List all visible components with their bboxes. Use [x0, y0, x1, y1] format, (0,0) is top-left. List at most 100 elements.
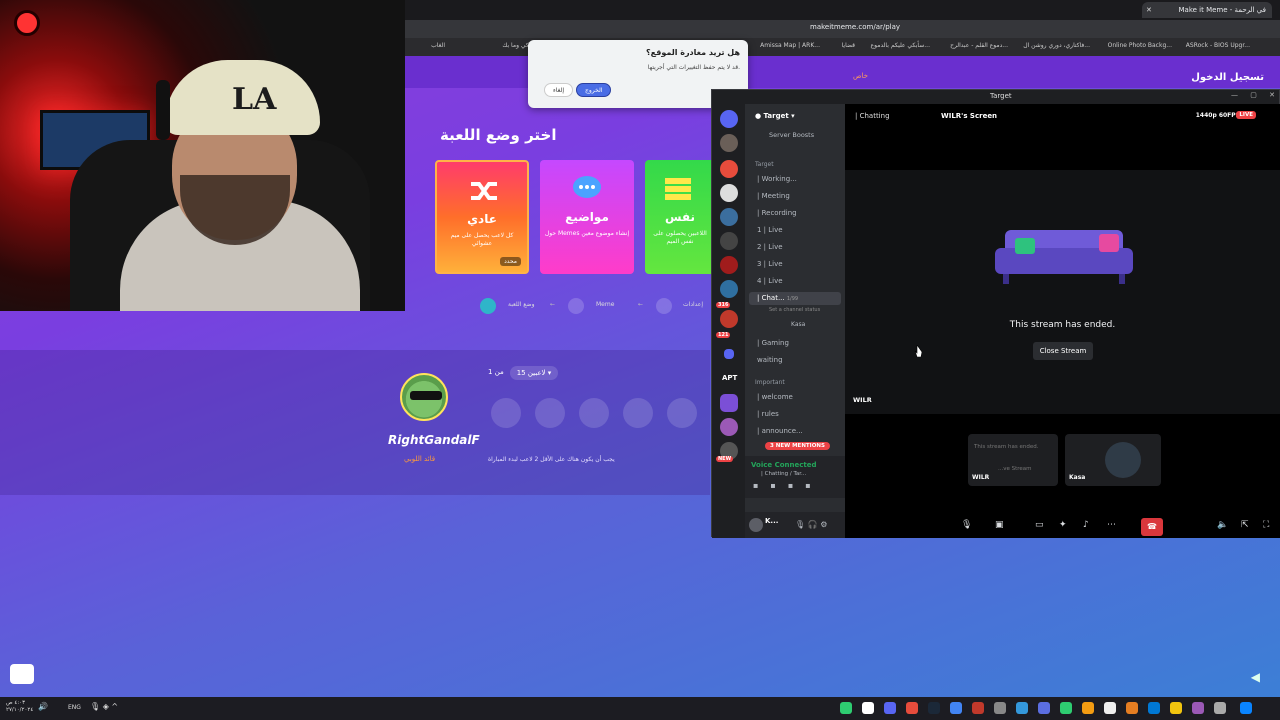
avatar[interactable]: [749, 518, 763, 532]
text-channel[interactable]: | rules: [757, 410, 779, 418]
taskbar-app-icon[interactable]: [1038, 702, 1050, 714]
taskbar-app-icon[interactable]: [862, 702, 874, 714]
server-icon[interactable]: [720, 280, 738, 298]
voice-connected-label[interactable]: Voice Connected: [751, 461, 817, 469]
taskbar-app-icon[interactable]: [1016, 702, 1028, 714]
volume-icon[interactable]: 🔊: [38, 702, 48, 711]
taskbar-app-icon[interactable]: [1082, 702, 1094, 714]
soundboard-icon[interactable]: ♪: [1083, 520, 1089, 530]
voice-channel[interactable]: 4 | Live: [757, 277, 783, 285]
discord-home-icon[interactable]: [720, 110, 738, 128]
taskbar-app-icon[interactable]: [1060, 702, 1072, 714]
leave-button[interactable]: الخروج: [576, 83, 612, 97]
server-icon[interactable]: [720, 208, 738, 226]
search-icon[interactable]: [1214, 702, 1226, 714]
site-corner-logo[interactable]: [10, 664, 34, 684]
browser-tab-active[interactable]: ✕ Make it Meme - في الرحمة: [1142, 2, 1272, 18]
voice-channel[interactable]: | Meeting: [757, 192, 790, 200]
taskbar-app-icon[interactable]: [840, 702, 852, 714]
server-boosts[interactable]: Server Boosts: [769, 131, 814, 139]
mic-icon[interactable]: 🎙: [961, 520, 972, 530]
bookmark-item[interactable]: سأبكي عليكم بالدموع...: [871, 42, 930, 49]
login-button[interactable]: تسجيل الدخول: [1191, 72, 1264, 83]
server-icon[interactable]: [720, 310, 738, 328]
site-private-label[interactable]: خاص: [853, 72, 868, 80]
taskbar-clock[interactable]: ٤:٠٣ ص ٢٧/١٠/٢٠٢٤: [6, 700, 33, 714]
step-meme[interactable]: Meme: [596, 301, 614, 308]
taskbar-app-icon[interactable]: [928, 702, 940, 714]
image-icon[interactable]: [568, 298, 584, 314]
new-mentions-badge[interactable]: 3 NEW MENTIONS: [765, 442, 830, 450]
screen-share-icon[interactable]: ▭: [1035, 520, 1044, 530]
mode-card-topics[interactable]: مواضيع حول Memes إنشاء موضوع معين: [540, 160, 634, 274]
maximize-icon[interactable]: ▢: [1250, 91, 1257, 99]
voice-channel[interactable]: 2 | Live: [757, 243, 783, 251]
language-indicator[interactable]: ENG: [68, 704, 81, 711]
bookmark-item[interactable]: Online Photo Backg...: [1108, 42, 1172, 49]
gear-icon[interactable]: [656, 298, 672, 314]
minimize-icon[interactable]: —: [1231, 91, 1238, 99]
volume-icon[interactable]: 🔈: [1217, 520, 1228, 530]
fullscreen-icon[interactable]: ⛶: [1263, 520, 1269, 530]
sound-icon[interactable]: ◀: [1251, 670, 1260, 684]
server-apt[interactable]: APT: [722, 374, 737, 382]
server-icon[interactable]: [720, 232, 738, 250]
server-icon[interactable]: [720, 256, 738, 274]
activities-icon[interactable]: ✦: [1059, 520, 1067, 530]
server-icon[interactable]: [720, 418, 738, 436]
taskbar-app-icon[interactable]: [1126, 702, 1138, 714]
stage-channel[interactable]: | Chatting: [855, 112, 890, 120]
disconnect-icon[interactable]: ☎: [1141, 518, 1163, 536]
taskbar-app-icon[interactable]: [1192, 702, 1204, 714]
taskbar-app-icon[interactable]: [1104, 702, 1116, 714]
server-icon[interactable]: [720, 394, 738, 412]
text-channel[interactable]: | announce...: [757, 427, 803, 435]
voice-channel[interactable]: 3 | Live: [757, 260, 783, 268]
set-status-hint[interactable]: Set a channel status: [769, 307, 820, 313]
close-icon[interactable]: ✕: [1269, 91, 1275, 99]
server-icon[interactable]: [720, 184, 738, 202]
players-dropdown[interactable]: 15 لاعبين ▾: [510, 366, 558, 380]
taskbar-app-icon[interactable]: [972, 702, 984, 714]
voice-channel[interactable]: | Gaming: [757, 339, 789, 347]
mode-card-same[interactable]: نفس اللاعبين يحصلون على نفس الميم: [645, 160, 715, 274]
stream-tile-kasa[interactable]: Kasa: [1065, 434, 1161, 486]
category-target[interactable]: Target: [755, 161, 774, 168]
stream-tile-wilr[interactable]: This stream has ended. ...ve Stream WILR: [968, 434, 1058, 486]
taskbar-app-icon[interactable]: [906, 702, 918, 714]
more-icon[interactable]: ⋯: [1107, 520, 1116, 530]
bookmark-item[interactable]: ASRock - BIOS Upgr...: [1186, 42, 1250, 49]
cancel-button[interactable]: إلغاء: [544, 83, 574, 97]
voice-channel[interactable]: | Recording: [757, 209, 797, 217]
mode-step-icon[interactable]: [480, 298, 496, 314]
taskbar-app-icon[interactable]: [884, 702, 896, 714]
category-important[interactable]: Important: [755, 379, 785, 386]
bookmark-item[interactable]: فاكتاري، دوري روشن ال...: [1023, 42, 1090, 49]
mic-headset-settings-icons[interactable]: 🎙 🎧 ⚙: [795, 520, 827, 529]
popout-icon[interactable]: ⇱: [1241, 520, 1249, 530]
voice-channel-selected[interactable]: | Chat... 1/99: [749, 292, 841, 305]
taskbar-app-icon[interactable]: [994, 702, 1006, 714]
voice-channel[interactable]: | Working...: [757, 175, 797, 183]
bookmark-item[interactable]: الغاب: [431, 42, 445, 49]
camera-icon[interactable]: ▣: [995, 520, 1004, 530]
bookmark-item[interactable]: دموع القلم - عبدالرح...: [950, 42, 1008, 49]
server-icon[interactable]: [720, 160, 738, 178]
taskbar-app-icon[interactable]: [950, 702, 962, 714]
voice-member[interactable]: Kasa: [791, 321, 805, 328]
start-icon[interactable]: [1240, 702, 1252, 714]
mode-card-normal[interactable]: عادي كل لاعب يحصل على ميم عشوائي محدد: [435, 160, 529, 274]
step-settings[interactable]: إعدادات: [683, 301, 703, 308]
voice-channel[interactable]: 1 | Live: [757, 226, 783, 234]
address-bar[interactable]: makeitmeme.com/ar/play: [405, 20, 1280, 38]
voice-action-icons[interactable]: ▪▪▪▪: [753, 481, 823, 490]
bookmark-item[interactable]: قضايا: [842, 42, 855, 49]
server-icon[interactable]: [720, 134, 738, 152]
taskbar-app-icon[interactable]: [1170, 702, 1182, 714]
text-channel[interactable]: | welcome: [757, 393, 793, 401]
system-tray-icons[interactable]: 🎙 ◈ ^: [90, 702, 118, 711]
step-mode[interactable]: وضع اللعبة: [508, 301, 535, 308]
voice-channel[interactable]: waiting: [757, 356, 783, 364]
folder-icon[interactable]: [724, 349, 734, 359]
taskbar-app-icon[interactable]: [1148, 702, 1160, 714]
